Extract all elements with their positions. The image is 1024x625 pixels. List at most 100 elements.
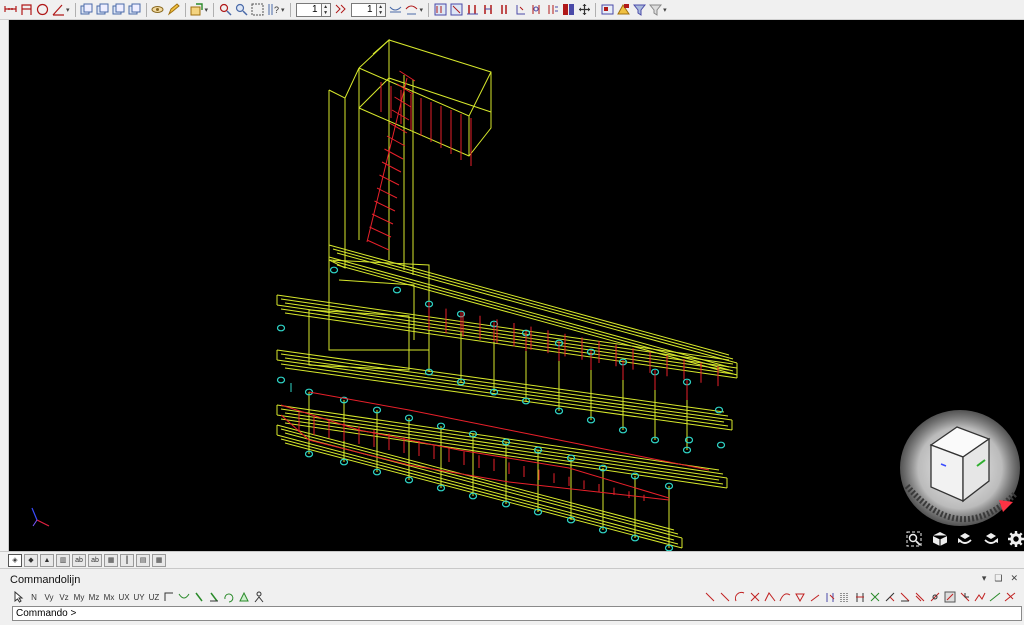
support-icon[interactable] — [237, 590, 251, 604]
person-icon[interactable] — [252, 590, 266, 604]
query-icon[interactable]: ? — [266, 3, 280, 17]
chevron-down-icon[interactable]: ▾ — [205, 6, 209, 14]
edit-node-icon[interactable] — [943, 590, 957, 604]
panel-menu-icon[interactable]: ▾ — [982, 573, 987, 584]
orbit-left-icon[interactable] — [957, 531, 973, 547]
orbit-right-icon[interactable] — [983, 531, 999, 547]
view-nodes-icon[interactable] — [433, 3, 447, 17]
result-my-button[interactable]: My — [72, 590, 86, 604]
chevron-down-icon[interactable]: ▾ — [420, 6, 424, 14]
copy-icon[interactable] — [80, 3, 94, 17]
cursor-icon[interactable] — [12, 590, 26, 604]
spin-down-icon[interactable]: ▼ — [377, 10, 385, 16]
cross-icon[interactable] — [748, 590, 762, 604]
result-icon[interactable] — [405, 3, 419, 17]
split-icon[interactable] — [838, 590, 852, 604]
chevron-down-icon[interactable]: ▾ — [663, 6, 667, 14]
circle-icon[interactable] — [35, 3, 49, 17]
result-vy-button[interactable]: Vy — [42, 590, 56, 604]
load-case-stepper[interactable]: 1 ▲ ▼ — [295, 2, 331, 17]
result-uz-button[interactable]: UZ — [147, 590, 161, 604]
view-members-icon[interactable] — [449, 3, 463, 17]
settings-icon[interactable] — [1008, 531, 1024, 547]
view-loads-icon[interactable] — [481, 3, 495, 17]
node-support[interactable] — [329, 266, 339, 274]
node-support[interactable] — [276, 376, 286, 384]
result-ux-button[interactable]: UX — [117, 590, 131, 604]
move-node-icon[interactable] — [958, 590, 972, 604]
fillet-icon[interactable] — [928, 590, 942, 604]
eye-icon[interactable] — [151, 3, 165, 17]
filter-icon[interactable] — [632, 3, 646, 17]
pencil-icon[interactable] — [167, 3, 181, 17]
measure-line-icon[interactable] — [988, 590, 1002, 604]
reaction-2-icon[interactable] — [207, 590, 221, 604]
shading-icon[interactable] — [616, 3, 630, 17]
measure-icon[interactable] — [3, 3, 17, 17]
tab-supports-icon[interactable]: ▲ — [40, 553, 54, 567]
member-forces-icon[interactable] — [162, 590, 176, 604]
dimension-icon[interactable] — [1003, 590, 1017, 604]
line-red-2-icon[interactable] — [718, 590, 732, 604]
copy-move-icon[interactable] — [96, 3, 110, 17]
select-filter-icon[interactable] — [218, 3, 232, 17]
triangle-icon[interactable] — [793, 590, 807, 604]
tab-labels-icon[interactable]: ab — [72, 553, 86, 567]
tab-table-icon[interactable]: ▦ — [152, 553, 166, 567]
combination-value[interactable]: 1 — [350, 2, 377, 17]
spline-icon[interactable] — [778, 590, 792, 604]
deformation-icon[interactable] — [389, 3, 403, 17]
model-viewport[interactable] — [9, 20, 1024, 551]
node-support[interactable] — [716, 441, 726, 449]
chevron-down-icon[interactable]: ▾ — [281, 6, 285, 14]
panel-dock-icon[interactable]: ❑ — [994, 573, 1002, 584]
node-support[interactable] — [714, 406, 724, 414]
zoom-icon[interactable] — [234, 3, 248, 17]
node-select-icon[interactable] — [823, 590, 837, 604]
connect-icon[interactable] — [853, 590, 867, 604]
view-sections-icon[interactable] — [497, 3, 511, 17]
tab-graph-icon[interactable]: ▥ — [56, 553, 70, 567]
load-case-icon[interactable] — [334, 3, 348, 17]
grid-icon[interactable] — [250, 3, 264, 17]
tab-columns-icon[interactable]: ║ — [120, 553, 134, 567]
spin-down-icon[interactable]: ▼ — [322, 10, 330, 16]
polyline-icon[interactable] — [763, 590, 777, 604]
chevron-down-icon[interactable]: ▾ — [66, 6, 70, 14]
trim-icon[interactable] — [898, 590, 912, 604]
result-vz-button[interactable]: Vz — [57, 590, 71, 604]
result-uy-button[interactable]: UY — [132, 590, 146, 604]
angle-icon[interactable] — [51, 3, 65, 17]
result-mz-button[interactable]: Mz — [87, 590, 101, 604]
intersect-icon[interactable] — [868, 590, 882, 604]
load-case-value[interactable]: 1 — [295, 2, 322, 17]
view-axis-icon[interactable] — [513, 3, 527, 17]
view-cube[interactable] — [897, 408, 1024, 528]
combination-stepper[interactable]: 1 ▲ ▼ — [350, 2, 386, 17]
view-numbers-icon[interactable] — [545, 3, 559, 17]
panel-close-icon[interactable]: ✕ — [1010, 573, 1018, 584]
node-support[interactable] — [392, 286, 402, 294]
line-red-icon[interactable] — [703, 590, 717, 604]
reaction-icon[interactable] — [192, 590, 206, 604]
tab-results-icon[interactable]: ▤ — [136, 553, 150, 567]
render-icon[interactable] — [600, 3, 614, 17]
view-colors-icon[interactable] — [561, 3, 575, 17]
view-cube-icon[interactable] — [932, 531, 948, 547]
frame-icon[interactable] — [19, 3, 33, 17]
node-support[interactable] — [276, 324, 286, 332]
mirror-icon[interactable] — [128, 3, 142, 17]
align-icon[interactable] — [973, 590, 987, 604]
view-releases-icon[interactable] — [529, 3, 543, 17]
rotation-icon[interactable] — [222, 590, 236, 604]
extend-icon[interactable] — [883, 590, 897, 604]
command-input[interactable]: Commando > — [12, 606, 1022, 621]
array-icon[interactable] — [112, 3, 126, 17]
tab-section-labels-icon[interactable]: ab — [88, 553, 102, 567]
rotate-line-icon[interactable] — [808, 590, 822, 604]
deflection-icon[interactable] — [177, 590, 191, 604]
result-mx-button[interactable]: Mx — [102, 590, 116, 604]
view-supports-icon[interactable] — [465, 3, 479, 17]
tab-wireframe-icon[interactable]: ◈ — [8, 553, 22, 567]
offset-icon[interactable] — [913, 590, 927, 604]
